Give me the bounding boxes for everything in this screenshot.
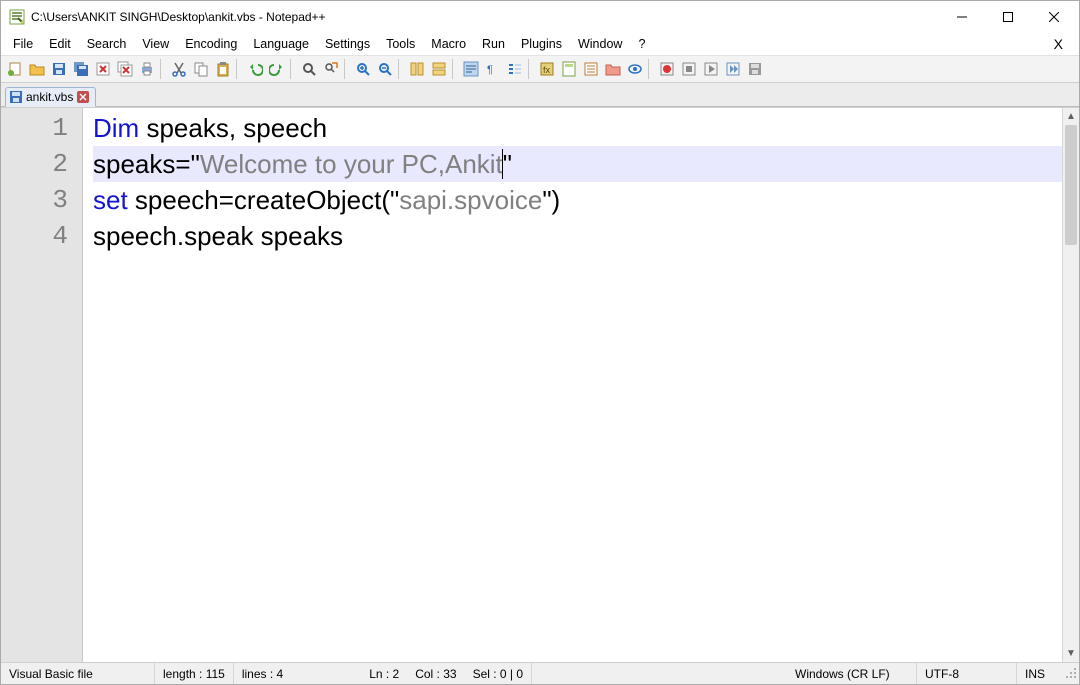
copy-icon[interactable] [191, 59, 211, 79]
status-eol: Windows (CR LF) [787, 663, 917, 684]
status-bar: Visual Basic file length : 115 lines : 4… [1, 662, 1079, 684]
record-icon[interactable] [657, 59, 677, 79]
play-icon[interactable] [701, 59, 721, 79]
tab-strip: ankit.vbs [1, 83, 1079, 107]
stop-icon[interactable] [679, 59, 699, 79]
save-macro-icon[interactable] [745, 59, 765, 79]
status-sel: Sel : 0 | 0 [465, 663, 532, 684]
vertical-scrollbar[interactable]: ▲ ▼ [1062, 108, 1079, 662]
close-icon[interactable] [93, 59, 113, 79]
save-icon[interactable] [49, 59, 69, 79]
menu-view[interactable]: View [134, 35, 177, 53]
folder-icon[interactable] [603, 59, 623, 79]
paste-icon[interactable] [213, 59, 233, 79]
svg-text:fx: fx [543, 65, 551, 75]
maximize-button[interactable] [985, 1, 1031, 33]
show-all-icon[interactable]: ¶ [483, 59, 503, 79]
redo-icon[interactable] [267, 59, 287, 79]
menu-bar: FileEditSearchViewEncodingLanguageSettin… [1, 33, 1079, 55]
monitor-icon[interactable] [625, 59, 645, 79]
file-tab[interactable]: ankit.vbs [5, 87, 96, 107]
status-filetype: Visual Basic file [1, 663, 155, 684]
app-icon [9, 9, 25, 25]
scroll-thumb[interactable] [1065, 125, 1077, 245]
menu-plugins[interactable]: Plugins [513, 35, 570, 53]
tab-close-icon[interactable] [77, 91, 89, 103]
play-multi-icon[interactable] [723, 59, 743, 79]
tab-close-x[interactable]: X [1042, 34, 1075, 54]
open-icon[interactable] [27, 59, 47, 79]
close-all-icon[interactable] [115, 59, 135, 79]
line-number: 4 [1, 218, 82, 254]
code-line[interactable]: set speech=createObject("sapi.spvoice") [93, 182, 1062, 218]
code-area[interactable]: Dim speaks, speechspeaks="Welcome to you… [83, 108, 1062, 662]
menu-[interactable]: ? [630, 35, 653, 53]
menu-language[interactable]: Language [245, 35, 317, 53]
menu-search[interactable]: Search [79, 35, 135, 53]
line-number-gutter: 1234 [1, 108, 83, 662]
tab-label: ankit.vbs [26, 90, 73, 104]
resize-grip-icon[interactable] [1061, 667, 1079, 681]
minimize-button[interactable] [939, 1, 985, 33]
print-icon[interactable] [137, 59, 157, 79]
menu-macro[interactable]: Macro [423, 35, 474, 53]
editor: 1234 Dim speaks, speechspeaks="Welcome t… [1, 107, 1079, 662]
menu-window[interactable]: Window [570, 35, 630, 53]
menu-encoding[interactable]: Encoding [177, 35, 245, 53]
title-bar: C:\Users\ANKIT SINGH\Desktop\ankit.vbs -… [1, 1, 1079, 33]
new-icon[interactable] [5, 59, 25, 79]
scroll-down-icon[interactable]: ▼ [1063, 645, 1079, 662]
line-number: 2 [1, 146, 82, 182]
doc-map-icon[interactable] [559, 59, 579, 79]
toolbar: ¶ fx [1, 55, 1079, 83]
menu-settings[interactable]: Settings [317, 35, 378, 53]
status-col: Col : 33 [407, 663, 464, 684]
indent-guide-icon[interactable] [505, 59, 525, 79]
zoom-in-icon[interactable] [353, 59, 373, 79]
undo-icon[interactable] [245, 59, 265, 79]
save-all-icon[interactable] [71, 59, 91, 79]
window-title: C:\Users\ANKIT SINGH\Desktop\ankit.vbs -… [31, 10, 326, 24]
menu-edit[interactable]: Edit [41, 35, 79, 53]
sync-v-icon[interactable] [407, 59, 427, 79]
cut-icon[interactable] [169, 59, 189, 79]
code-line[interactable]: Dim speaks, speech [93, 110, 1062, 146]
line-number: 3 [1, 182, 82, 218]
status-encoding: UTF-8 [917, 663, 1017, 684]
zoom-out-icon[interactable] [375, 59, 395, 79]
replace-icon[interactable] [321, 59, 341, 79]
sync-h-icon[interactable] [429, 59, 449, 79]
lang-icon[interactable]: fx [537, 59, 557, 79]
word-wrap-icon[interactable] [461, 59, 481, 79]
status-mode: INS [1017, 663, 1061, 684]
close-button[interactable] [1031, 1, 1077, 33]
menu-tools[interactable]: Tools [378, 35, 423, 53]
code-line[interactable]: speech.speak speaks [93, 218, 1062, 254]
app-window: C:\Users\ANKIT SINGH\Desktop\ankit.vbs -… [0, 0, 1080, 685]
line-number: 1 [1, 110, 82, 146]
menu-file[interactable]: File [5, 35, 41, 53]
status-ln: Ln : 2 [361, 663, 407, 684]
find-icon[interactable] [299, 59, 319, 79]
func-list-icon[interactable] [581, 59, 601, 79]
status-lines: lines : 4 [234, 663, 291, 684]
svg-text:¶: ¶ [487, 64, 493, 76]
save-icon [10, 91, 22, 103]
code-line[interactable]: speaks="Welcome to your PC,Ankit" [93, 146, 1062, 182]
menu-run[interactable]: Run [474, 35, 513, 53]
status-length: length : 115 [155, 663, 234, 684]
scroll-up-icon[interactable]: ▲ [1063, 108, 1079, 125]
